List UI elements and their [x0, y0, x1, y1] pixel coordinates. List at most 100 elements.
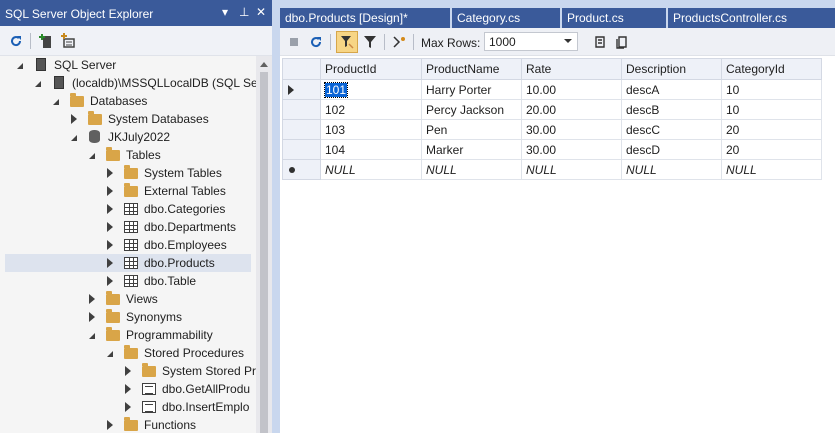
filter-sort-icon[interactable]	[336, 31, 358, 53]
table-cell[interactable]: descD	[621, 139, 722, 160]
collapsed-arrow-icon[interactable]	[70, 113, 80, 125]
scrollbar-thumb[interactable]	[260, 72, 268, 433]
row-header[interactable]	[282, 159, 321, 180]
tree-node[interactable]: (localdb)\MSSQLLocalDB (SQL Se	[0, 74, 256, 92]
collapsed-arrow-icon[interactable]	[106, 203, 116, 215]
collapsed-arrow-icon[interactable]	[106, 257, 116, 269]
expanded-arrow-icon[interactable]	[70, 131, 80, 143]
null-cell[interactable]: NULL	[721, 159, 822, 180]
table-cell[interactable]: 103	[320, 119, 422, 140]
column-header-categoryid[interactable]: CategoryId	[721, 58, 822, 80]
tree-node[interactable]: SQL Server	[0, 56, 256, 74]
table-cell[interactable]: 104	[320, 139, 422, 160]
expanded-arrow-icon[interactable]	[106, 347, 116, 359]
tree-node[interactable]: Views	[0, 290, 256, 308]
expanded-arrow-icon[interactable]	[88, 149, 98, 161]
tree-node[interactable]: dbo.Employees	[0, 236, 256, 254]
collapsed-arrow-icon[interactable]	[88, 293, 98, 305]
tree-node[interactable]: External Tables	[0, 182, 256, 200]
tree-node[interactable]: Stored Procedures	[0, 344, 256, 362]
collapsed-arrow-icon[interactable]	[106, 239, 116, 251]
stop-on-error-icon[interactable]	[389, 32, 409, 52]
refresh-icon[interactable]	[306, 32, 326, 52]
null-cell[interactable]: NULL	[621, 159, 722, 180]
table-cell[interactable]: Harry Porter	[421, 79, 522, 100]
table-cell[interactable]: 30.00	[521, 139, 622, 160]
tab-products-design[interactable]: dbo.Products [Design]*	[280, 8, 450, 28]
null-cell[interactable]: NULL	[521, 159, 622, 180]
table-cell[interactable]: 10	[721, 99, 822, 120]
table-cell[interactable]: Pen	[421, 119, 522, 140]
filter-icon[interactable]	[360, 32, 380, 52]
table-cell[interactable]: 10	[721, 79, 822, 100]
scroll-up-icon[interactable]	[260, 62, 268, 67]
row-header[interactable]	[282, 79, 321, 100]
table-cell[interactable]: 10.00	[521, 79, 622, 100]
tree-node[interactable]: dbo.GetAllProdu	[0, 380, 256, 398]
tree-node[interactable]: Synonyms	[0, 308, 256, 326]
null-cell[interactable]: NULL	[320, 159, 422, 180]
collapsed-arrow-icon[interactable]	[124, 401, 134, 413]
expanded-arrow-icon[interactable]	[52, 95, 62, 107]
collapsed-arrow-icon[interactable]	[106, 167, 116, 179]
close-icon[interactable]: ✕	[256, 5, 266, 19]
chevron-down-icon[interactable]	[564, 39, 572, 43]
table-cell[interactable]: 20	[721, 139, 822, 160]
tree-node[interactable]: dbo.Products	[5, 254, 251, 272]
tree-node[interactable]: System Databases	[0, 110, 256, 128]
row-header[interactable]	[282, 139, 321, 160]
object-explorer-scrollbar[interactable]	[256, 56, 272, 433]
column-header-rate[interactable]: Rate	[521, 58, 622, 80]
tab-product-cs[interactable]: Product.cs	[562, 8, 666, 28]
pin-icon[interactable]: ⊥	[239, 5, 249, 19]
row-header[interactable]	[282, 119, 321, 140]
table-cell[interactable]: descB	[621, 99, 722, 120]
tree-node[interactable]: Functions	[0, 416, 256, 433]
tree-node[interactable]: dbo.Table	[0, 272, 256, 290]
table-cell[interactable]: 102	[320, 99, 422, 120]
script-file-icon[interactable]	[612, 32, 632, 52]
table-cell[interactable]: Percy Jackson	[421, 99, 522, 120]
collapsed-arrow-icon[interactable]	[124, 365, 134, 377]
tree-node[interactable]: dbo.Departments	[0, 218, 256, 236]
collapsed-arrow-icon[interactable]	[106, 419, 116, 431]
tree-node[interactable]: JKJuly2022	[0, 128, 256, 146]
table-cell[interactable]: Marker	[421, 139, 522, 160]
refresh-icon[interactable]	[6, 31, 26, 51]
table-cell[interactable]: 20	[721, 119, 822, 140]
tree-node[interactable]: Tables	[0, 146, 256, 164]
tab-productscontroller-cs[interactable]: ProductsController.cs	[668, 8, 835, 28]
collapsed-arrow-icon[interactable]	[106, 185, 116, 197]
tree-node[interactable]: Programmability	[0, 326, 256, 344]
collapsed-arrow-icon[interactable]	[106, 221, 116, 233]
table-cell[interactable]: descA	[621, 79, 722, 100]
stored-procedure-icon	[142, 382, 156, 396]
add-server-icon[interactable]	[36, 31, 56, 51]
null-cell[interactable]: NULL	[421, 159, 522, 180]
script-icon[interactable]	[590, 32, 610, 52]
tree-node[interactable]: Databases	[0, 92, 256, 110]
tree-node[interactable]: dbo.InsertEmplo	[0, 398, 256, 416]
column-header-productid[interactable]: ProductId	[320, 58, 422, 80]
collapsed-arrow-icon[interactable]	[88, 311, 98, 323]
stop-icon[interactable]	[284, 32, 304, 52]
expanded-arrow-icon[interactable]	[16, 59, 26, 71]
window-position-dropdown-icon[interactable]: ▾	[222, 5, 228, 19]
row-header[interactable]	[282, 99, 321, 120]
tree-node[interactable]: System Stored Pr	[0, 362, 256, 380]
collapsed-arrow-icon[interactable]	[106, 275, 116, 287]
table-cell[interactable]: descC	[621, 119, 722, 140]
table-cell[interactable]: 101	[320, 79, 422, 100]
filter-settings-icon[interactable]	[58, 31, 78, 51]
table-cell[interactable]: 30.00	[521, 119, 622, 140]
table-cell[interactable]: 20.00	[521, 99, 622, 120]
expanded-arrow-icon[interactable]	[88, 329, 98, 341]
tree-node[interactable]: System Tables	[0, 164, 256, 182]
column-header-description[interactable]: Description	[621, 58, 722, 80]
tab-category-cs[interactable]: Category.cs	[452, 8, 560, 28]
tree-node[interactable]: dbo.Categories	[0, 200, 256, 218]
collapsed-arrow-icon[interactable]	[124, 383, 134, 395]
column-header-productname[interactable]: ProductName	[421, 58, 522, 80]
expanded-arrow-icon[interactable]	[34, 77, 44, 89]
corner-header[interactable]	[282, 58, 321, 80]
